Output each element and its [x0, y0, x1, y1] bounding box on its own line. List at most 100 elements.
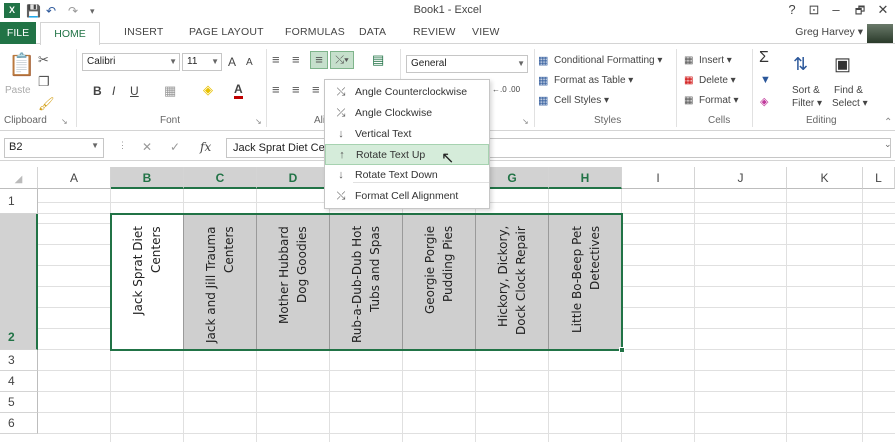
tab-page-layout[interactable]: PAGE LAYOUT: [189, 26, 264, 38]
italic-button[interactable]: I: [112, 84, 115, 98]
row-header-3[interactable]: 3: [0, 350, 38, 371]
font-size-box[interactable]: 11 ▼: [182, 53, 222, 71]
font-color-button[interactable]: A: [234, 83, 243, 99]
cell-d2-text: Mother Hubbard Dog Goodies: [277, 226, 309, 324]
column-header-j[interactable]: J: [695, 167, 787, 189]
fill-icon[interactable]: ▼: [760, 73, 771, 87]
help-button[interactable]: ?: [782, 2, 802, 17]
copy-icon[interactable]: ❐: [38, 75, 50, 89]
cell-b2-text: Jack Sprat Diet Centers: [131, 226, 163, 315]
align-center-icon[interactable]: ≡: [292, 83, 300, 97]
bottom-align-icon[interactable]: ≡: [310, 51, 328, 69]
increase-decimal-button[interactable]: ←.0 .00: [492, 85, 520, 94]
cell-b2[interactable]: Jack Sprat Diet Centers: [111, 214, 184, 350]
clipboard-launcher-icon[interactable]: ↘: [61, 117, 68, 126]
sort-filter-dropdown[interactable]: Filter ▾: [792, 98, 822, 109]
close-button[interactable]: ✕: [873, 2, 893, 18]
row-header-4[interactable]: 4: [0, 371, 38, 392]
row-header-5[interactable]: 5: [0, 392, 38, 413]
menu-item-label: Angle Clockwise: [355, 107, 433, 119]
column-header-h[interactable]: H: [549, 167, 622, 189]
enter-button[interactable]: ✓: [170, 140, 180, 154]
restore-button[interactable]: 🗗: [850, 2, 870, 21]
borders-icon[interactable]: ▦: [164, 84, 176, 98]
paste-button[interactable]: Paste: [5, 85, 31, 96]
align-left-icon[interactable]: ≡: [272, 83, 280, 97]
top-align-icon[interactable]: ≡: [272, 53, 280, 67]
bold-button[interactable]: B: [93, 84, 102, 98]
cell-styles-button[interactable]: Cell Styles ▾: [554, 95, 609, 106]
column-header-c[interactable]: C: [184, 167, 257, 189]
cell-g2[interactable]: Hickory, Dickory, Dock Clock Repair: [476, 214, 549, 350]
column-header-k[interactable]: K: [787, 167, 863, 189]
group-divider: [534, 49, 535, 127]
column-header-b[interactable]: B: [111, 167, 184, 189]
cell-d2[interactable]: Mother Hubbard Dog Goodies: [257, 214, 330, 350]
menu-item-rotate-text-up[interactable]: ↑ Rotate Text Up: [325, 144, 489, 165]
font-launcher-icon[interactable]: ↘: [255, 117, 262, 126]
minimize-button[interactable]: –: [826, 2, 846, 17]
menu-item-format-cell-alignment[interactable]: ⤯ Format Cell Alignment: [325, 186, 489, 207]
shrink-font-button[interactable]: A: [246, 57, 253, 68]
format-cells-button[interactable]: Format ▾: [699, 95, 738, 106]
tab-view[interactable]: VIEW: [472, 26, 500, 38]
user-name[interactable]: Greg Harvey ▾: [795, 26, 863, 38]
number-launcher-icon[interactable]: ↘: [522, 117, 529, 126]
row-header-6[interactable]: 6: [0, 413, 38, 434]
tab-formulas[interactable]: FORMULAS: [285, 26, 345, 38]
tab-review[interactable]: REVIEW: [413, 26, 456, 38]
expand-formula-bar-icon[interactable]: ⌄: [884, 139, 892, 150]
cut-icon[interactable]: ✂: [38, 53, 49, 67]
font-name-box[interactable]: Calibri ▼: [82, 53, 180, 71]
wrap-text-icon[interactable]: ▤: [372, 53, 384, 67]
more-options-icon: ⋮: [118, 140, 127, 150]
name-box[interactable]: B2 ▼: [4, 138, 104, 158]
menu-item-angle-clockwise[interactable]: ⤰ Angle Clockwise: [325, 103, 489, 124]
cancel-button[interactable]: ✕: [142, 140, 152, 154]
grow-font-button[interactable]: A: [228, 55, 236, 69]
cell-e2[interactable]: Rub-a-Dub-Dub Hot Tubs and Spas: [330, 214, 403, 350]
name-box-value: B2: [9, 141, 23, 153]
group-divider: [76, 49, 77, 127]
insert-cells-button[interactable]: Insert ▾: [699, 55, 732, 66]
avatar[interactable]: [867, 24, 893, 43]
column-header-d[interactable]: D: [257, 167, 330, 189]
underline-button[interactable]: U: [130, 84, 139, 98]
group-label-clipboard: Clipboard: [4, 115, 47, 126]
sort-filter-label[interactable]: Sort &: [792, 85, 820, 96]
column-header-a[interactable]: A: [38, 167, 111, 189]
find-select-label[interactable]: Find &: [834, 85, 863, 96]
autosum-icon[interactable]: Σ: [759, 50, 769, 66]
number-format-value: General: [411, 58, 447, 69]
cell-f2[interactable]: Georgie Porgie Pudding Pies: [403, 214, 476, 350]
collapse-ribbon-icon[interactable]: ⌃: [884, 117, 892, 128]
middle-align-icon[interactable]: ≡: [292, 53, 300, 67]
column-header-i[interactable]: I: [622, 167, 695, 189]
conditional-formatting-button[interactable]: Conditional Formatting ▾: [554, 55, 662, 66]
format-as-table-button[interactable]: Format as Table ▾: [554, 75, 633, 86]
align-right-icon[interactable]: ≡: [312, 83, 320, 97]
delete-cells-button[interactable]: Delete ▾: [699, 75, 736, 86]
insert-function-button[interactable]: fx: [200, 140, 211, 154]
row-header-2[interactable]: 2: [0, 214, 38, 350]
format-painter-icon[interactable]: 🖌: [38, 97, 55, 111]
cell-h2[interactable]: Little Bo-Beep Pet Detectives: [549, 214, 622, 350]
tab-file[interactable]: FILE: [0, 22, 36, 44]
column-header-l[interactable]: L: [863, 167, 895, 189]
orientation-button[interactable]: ⤯▾: [330, 51, 354, 69]
find-select-dropdown[interactable]: Select ▾: [832, 98, 868, 109]
fill-color-icon[interactable]: ◈: [203, 83, 213, 97]
tab-insert[interactable]: INSERT: [124, 26, 164, 38]
tab-home[interactable]: HOME: [40, 22, 100, 45]
number-format-box[interactable]: General ▼: [406, 55, 528, 73]
paste-icon[interactable]: 📋: [8, 53, 35, 77]
clear-icon[interactable]: ◈: [760, 95, 768, 109]
ribbon-display-button[interactable]: ⊡: [804, 2, 824, 18]
cell-c2[interactable]: Jack and Jill Trauma Centers: [184, 214, 257, 350]
tab-data[interactable]: DATA: [359, 26, 386, 38]
menu-item-angle-counterclockwise[interactable]: ⤯ Angle Counterclockwise: [325, 82, 489, 103]
select-all-button[interactable]: ◢: [0, 167, 38, 189]
fill-handle[interactable]: [619, 347, 625, 353]
row-header-1[interactable]: 1: [0, 189, 38, 214]
menu-item-vertical-text[interactable]: ↓ Vertical Text: [325, 124, 489, 145]
